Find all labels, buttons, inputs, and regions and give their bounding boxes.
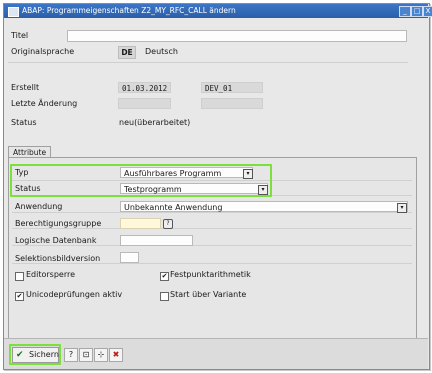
erstellt-date-field: 01.03.2012	[118, 82, 171, 93]
status-header-label: Status	[11, 118, 37, 127]
unicodepruefungen-label: Unicodeprüfungen aktiv	[26, 290, 123, 299]
festpunktarithmetik-checkbox[interactable]: ✔	[160, 272, 169, 281]
erstellt-user-field: DEV_01	[201, 82, 263, 93]
berechtigungsgruppe-label: Berechtigungsgruppe	[15, 219, 102, 228]
titel-label: Titel	[11, 31, 29, 40]
sap-window-icon	[8, 7, 19, 17]
header-divider	[8, 62, 408, 63]
selektionsbildversion-label: Selektionsbildversion	[15, 254, 101, 263]
originalsprache-code-field[interactable]: DE	[118, 46, 136, 59]
window-titlebar: ABAP: Programmeigenschaften Z2_MY_RFC_CA…	[4, 4, 432, 18]
editorsperre-label: Editorsperre	[26, 270, 76, 279]
window-title: ABAP: Programmeigenschaften Z2_MY_RFC_CA…	[22, 6, 236, 15]
tree-icon[interactable]: ⊹	[94, 348, 108, 362]
display-icon[interactable]: ⊡	[79, 348, 93, 362]
berechtigungsgruppe-input[interactable]	[120, 218, 161, 229]
save-highlight	[9, 344, 61, 365]
start-ueber-variante-label: Start über Variante	[170, 290, 247, 299]
erstellt-label: Erstellt	[11, 83, 40, 92]
letzte-aenderung-label: Letzte Änderung	[11, 99, 78, 108]
anwendung-label: Anwendung	[15, 202, 63, 211]
logische-datenbank-input[interactable]	[120, 235, 193, 246]
typ-status-highlight	[10, 164, 272, 197]
close-button[interactable]: X	[423, 6, 432, 17]
editorsperre-checkbox[interactable]	[15, 272, 24, 281]
anwendung-dropdown-icon[interactable]: ▾	[397, 203, 407, 213]
festpunktarithmetik-label: Festpunktarithmetik	[170, 270, 251, 279]
unicodepruefungen-checkbox[interactable]: ✔	[15, 292, 24, 301]
berechtigungsgruppe-help-icon[interactable]: ?	[163, 219, 173, 229]
maximize-button[interactable]: □	[411, 6, 423, 17]
anwendung-select[interactable]: Unbekannte Anwendung	[120, 201, 408, 212]
cancel-icon[interactable]: ✖	[109, 348, 123, 362]
logische-datenbank-label: Logische Datenbank	[15, 236, 97, 245]
originalsprache-label: Originalsprache	[11, 47, 75, 56]
selektionsbildversion-input[interactable]	[120, 252, 139, 263]
originalsprache-name: Deutsch	[145, 47, 178, 56]
status-header-value: neu(überarbeitet)	[119, 118, 191, 127]
titel-input[interactable]	[67, 30, 407, 42]
minimize-button[interactable]: _	[399, 6, 411, 17]
start-ueber-variante-checkbox[interactable]	[160, 292, 169, 301]
letzte-aenderung-date-field	[118, 98, 171, 109]
letzte-aenderung-user-field	[201, 98, 263, 109]
help-icon[interactable]: ?	[64, 348, 78, 362]
